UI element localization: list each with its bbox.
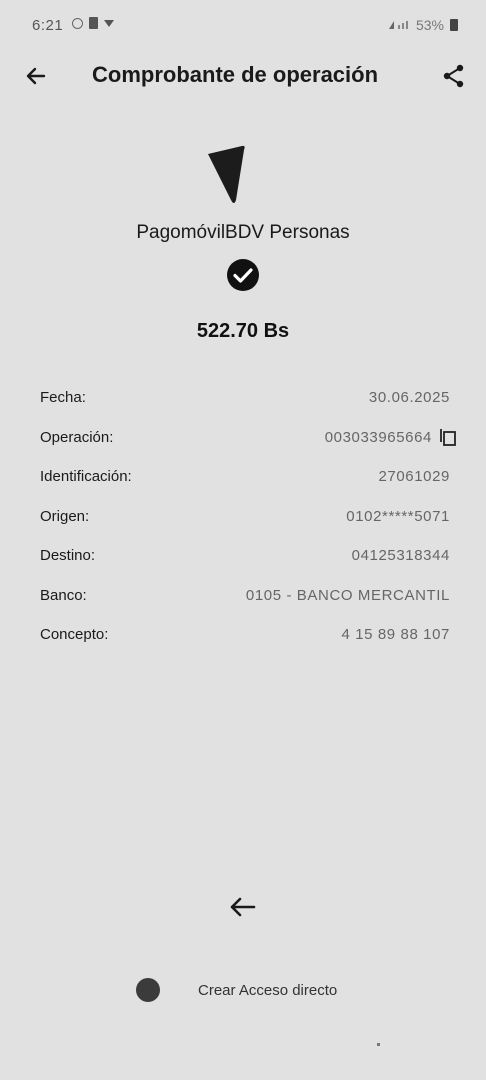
detail-label: Fecha: bbox=[40, 389, 86, 407]
create-shortcut-button[interactable]: Crear Acceso directo bbox=[136, 976, 337, 1004]
check-circle-icon bbox=[227, 259, 259, 291]
detail-row-concepto: Concepto: 4 15 89 88 107 bbox=[40, 615, 450, 655]
amount: 522.70 Bs bbox=[196, 320, 290, 342]
app-bar: Comprobante de operación bbox=[0, 50, 486, 102]
status-bar: 6:21 53% bbox=[0, 0, 486, 50]
detail-label: Operación: bbox=[40, 428, 114, 446]
detail-value: 04125318344 bbox=[351, 547, 450, 565]
status-system-icons: 53% bbox=[388, 17, 458, 33]
notification-icon bbox=[72, 17, 83, 29]
decorative-dot bbox=[377, 1043, 380, 1046]
service-name: PagomóvilBDV Personas bbox=[136, 222, 350, 243]
shortcut-icon bbox=[136, 978, 160, 1002]
detail-value-with-copy: 003033965664 bbox=[324, 427, 456, 447]
detail-label: Concepto: bbox=[40, 626, 109, 644]
battery-icon bbox=[450, 19, 458, 31]
detail-value: 003033965664 bbox=[324, 428, 432, 446]
detail-label: Destino: bbox=[40, 547, 96, 565]
detail-row-fecha: Fecha: 30.06.2025 bbox=[40, 378, 450, 418]
back-arrow-icon[interactable] bbox=[20, 60, 52, 92]
status-notification-icons bbox=[72, 17, 114, 29]
shortcut-label: Crear Acceso directo bbox=[198, 981, 338, 999]
detail-value: 4 15 89 88 107 bbox=[341, 626, 450, 644]
detail-value: 30.06.2025 bbox=[368, 389, 450, 407]
status-time: 6:21 bbox=[32, 17, 64, 34]
detail-row-banco: Banco: 0105 - BANCO MERCANTIL bbox=[40, 576, 450, 616]
detail-row-origen: Origen: 0102*****5071 bbox=[40, 497, 450, 537]
signal-icon bbox=[388, 21, 408, 29]
sim-icon bbox=[89, 17, 98, 29]
detail-label: Origen: bbox=[40, 507, 90, 525]
battery-percent: 53% bbox=[415, 17, 444, 33]
detail-label: Identificación: bbox=[40, 468, 132, 486]
detail-row-operacion: Operación: 003033965664 bbox=[40, 418, 456, 458]
download-icon bbox=[104, 19, 114, 27]
bottom-back-arrow-icon[interactable] bbox=[226, 890, 260, 924]
page-title: Comprobante de operación bbox=[92, 62, 379, 87]
details-list: Fecha: 30.06.2025 Operación: 00303396566… bbox=[40, 378, 456, 655]
detail-value: 27061029 bbox=[378, 468, 450, 486]
bank-logo-icon bbox=[208, 145, 245, 203]
detail-value: 0105 - BANCO MERCANTIL bbox=[245, 586, 450, 604]
share-icon[interactable] bbox=[438, 60, 470, 92]
detail-row-destino: Destino: 04125318344 bbox=[40, 536, 450, 576]
detail-value: 0102*****5071 bbox=[346, 507, 450, 525]
detail-label: Banco: bbox=[40, 586, 87, 604]
copy-icon[interactable] bbox=[438, 427, 458, 447]
detail-row-identificacion: Identificación: 27061029 bbox=[40, 457, 450, 497]
